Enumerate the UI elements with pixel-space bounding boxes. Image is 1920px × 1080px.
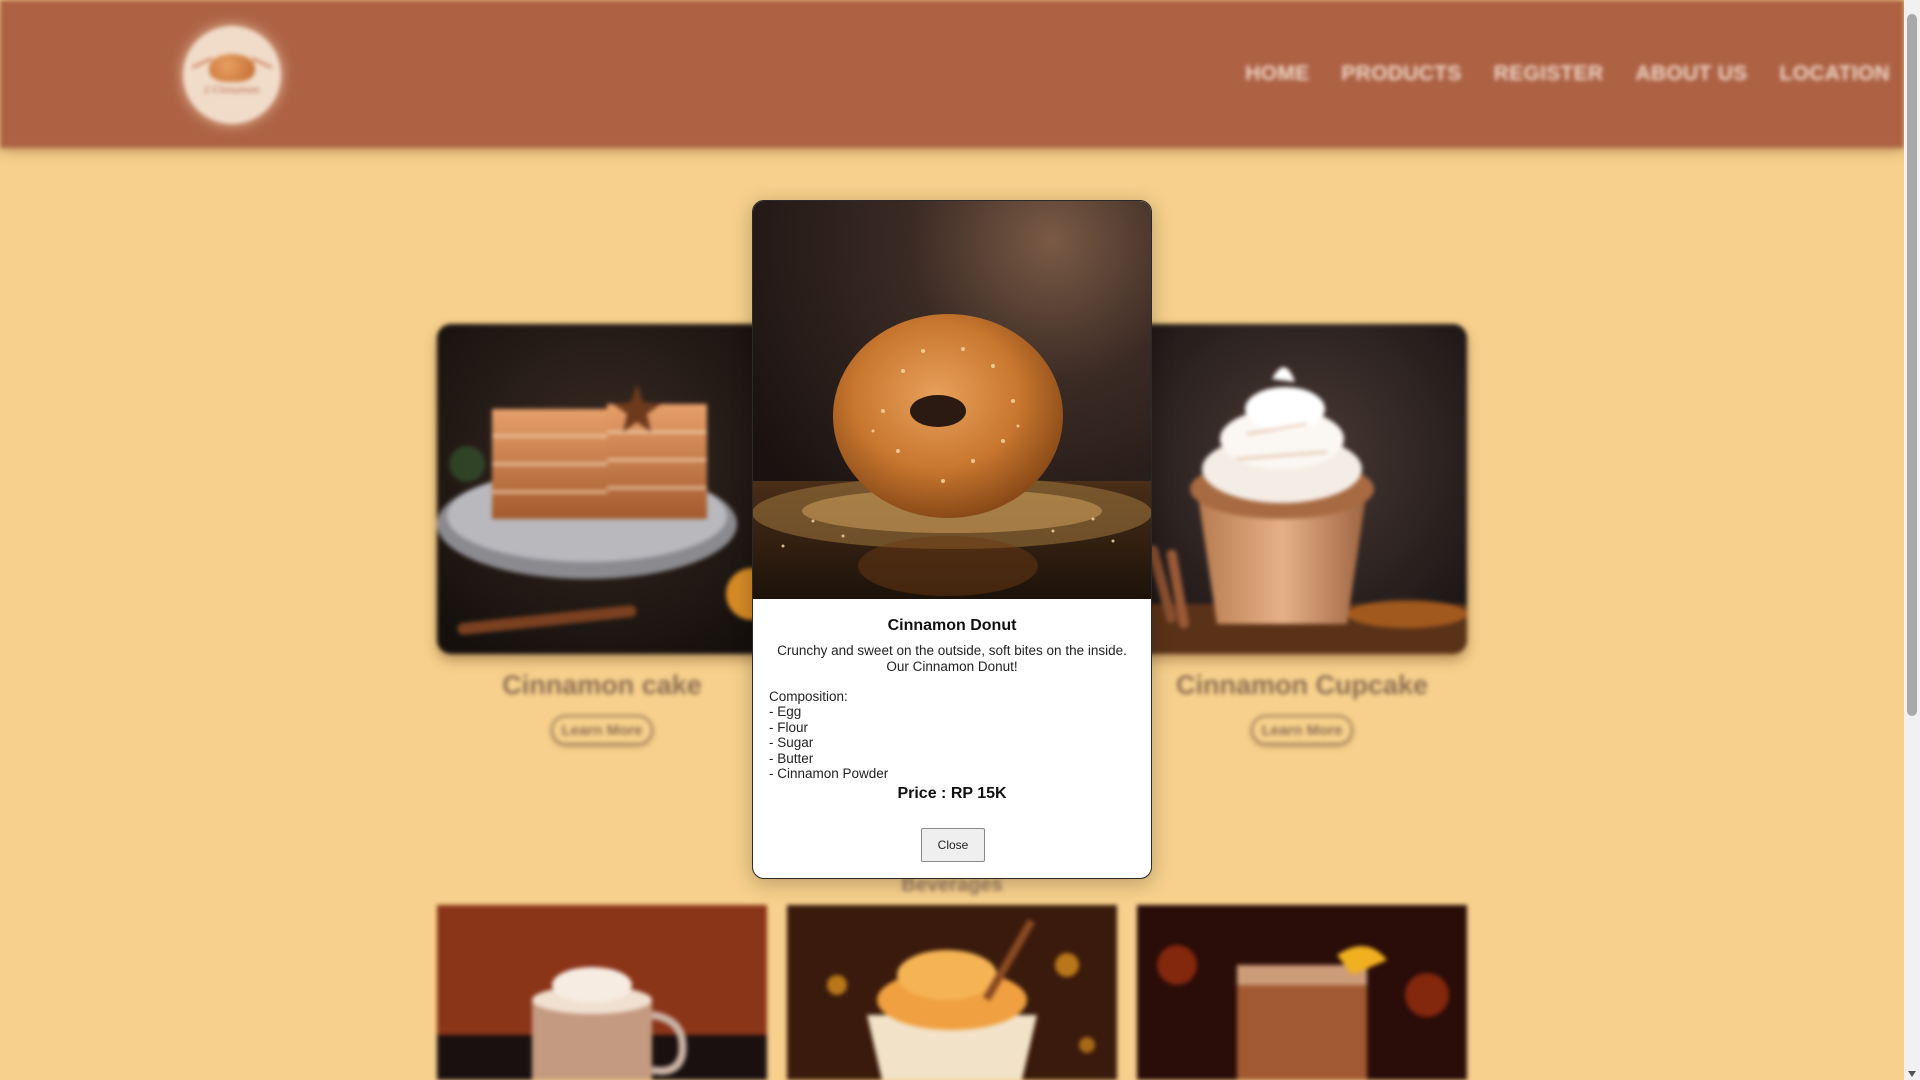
modal-description: Crunchy and sweet on the outside, soft b… [777, 643, 1127, 674]
page-scrollbar[interactable] [1904, 0, 1920, 1080]
close-button[interactable]: Close [921, 828, 985, 862]
modal-title: Cinnamon Donut [887, 617, 1017, 634]
scroll-down-arrow-icon[interactable] [1908, 1071, 1916, 1077]
product-modal: Cinnamon Donut Crunchy and sweet on the … [752, 200, 1152, 879]
modal-price: Price : RP 15K [897, 785, 1007, 803]
modal-composition: Composition: - Egg - Flour - Sugar - But… [769, 689, 889, 782]
donut-image [753, 201, 1151, 599]
scrollbar-thumb[interactable] [1907, 14, 1917, 716]
